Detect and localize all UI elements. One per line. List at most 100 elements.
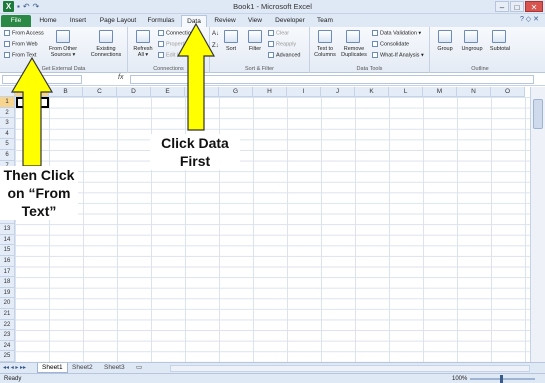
row-header-17[interactable]: 17 <box>0 266 15 278</box>
row-header-25[interactable]: 25 <box>0 351 15 362</box>
group-button[interactable]: Group <box>432 46 458 52</box>
column-header-b[interactable]: B <box>49 87 83 97</box>
sort-icon <box>224 30 238 43</box>
sheet-tab-bar: ◂◂ ◂ ▸ ▸▸ Sheet1 Sheet2 Sheet3 ▭ <box>0 362 545 373</box>
zoom-slider[interactable] <box>470 375 535 383</box>
arrow-to-data-tab <box>176 22 216 131</box>
tab-home[interactable]: Home <box>35 15 61 27</box>
tab-insert[interactable]: Insert <box>64 15 92 27</box>
arrow-to-from-text <box>10 56 54 167</box>
minimize-button[interactable]: – <box>495 1 509 12</box>
clear-label: Clear <box>276 30 290 37</box>
text-to-columns-button[interactable]: Text to Columns <box>310 46 340 58</box>
column-header-n[interactable]: N <box>457 87 491 97</box>
group-sort-filter: A↓ Z↓ Sort Filter Clear Reapply Advanced… <box>210 27 310 73</box>
reapply-label: Reapply <box>276 41 297 48</box>
from-other-sources-icon <box>56 30 70 43</box>
row-header-23[interactable]: 23 <box>0 330 15 341</box>
row-header-21[interactable]: 21 <box>0 309 15 320</box>
text-to-columns-icon <box>318 30 332 43</box>
existing-label-2: Connections <box>90 52 122 58</box>
annotation-click-data: Click Data First <box>150 134 240 170</box>
refresh-label-2: All ▾ <box>137 52 149 58</box>
reapply-icon <box>268 41 274 47</box>
ribbon-tabs: File Home Insert Page Layout Formulas Da… <box>0 14 545 27</box>
status-ready: Ready <box>4 376 22 382</box>
insert-function-icon[interactable]: fx <box>118 74 123 81</box>
group-data-tools: Text to Columns Remove Duplicates Data Val… <box>310 27 430 73</box>
data-validation-button[interactable]: Data Validation ▾ <box>372 30 421 36</box>
tab-view[interactable]: View <box>243 15 267 27</box>
row-header-24[interactable]: 24 <box>0 340 15 352</box>
tab-page-layout[interactable]: Page Layout <box>96 15 140 27</box>
consolidate-button[interactable]: Consolidate <box>372 41 409 47</box>
vertical-scrollbar[interactable] <box>530 87 545 362</box>
filter-button[interactable]: Filter <box>244 46 266 52</box>
tab-formulas[interactable]: Formulas <box>144 15 178 27</box>
cell-grid[interactable] <box>15 97 530 362</box>
status-bar: Ready 100% <box>0 373 545 383</box>
advanced-label: Advanced <box>276 52 301 59</box>
row-header-16[interactable]: 16 <box>0 256 15 267</box>
subtotal-button[interactable]: Subtotal <box>486 46 514 52</box>
tab-team[interactable]: Team <box>312 15 338 27</box>
tab-developer[interactable]: Developer <box>271 15 309 27</box>
column-header-i[interactable]: I <box>287 87 321 97</box>
sort-button[interactable]: Sort <box>220 46 242 52</box>
column-header-d[interactable]: D <box>117 87 151 97</box>
existing-connections-button[interactable]: Existing Connections <box>86 46 126 58</box>
remove-duplicates-button[interactable]: Remove Duplicates <box>338 46 370 58</box>
row-header-18[interactable]: 18 <box>0 277 15 288</box>
row-header-22[interactable]: 22 <box>0 319 15 331</box>
row-header-13[interactable]: 13 <box>0 224 15 235</box>
close-button[interactable]: ✕ <box>525 1 543 12</box>
scroll-thumb[interactable] <box>533 99 543 129</box>
validation-label: Data Validation ▾ <box>380 30 422 37</box>
column-header-l[interactable]: L <box>389 87 423 97</box>
from-access-button[interactable]: From Access <box>4 30 44 36</box>
column-header-j[interactable]: J <box>321 87 355 97</box>
clear-button[interactable]: Clear <box>268 30 289 36</box>
what-if-label: What-If Analysis ▾ <box>380 52 424 59</box>
zoom-slider-handle[interactable] <box>500 375 503 383</box>
validation-icon <box>372 30 378 36</box>
help-icon[interactable]: ? ◇ ✕ <box>520 15 539 23</box>
column-header-h[interactable]: H <box>253 87 287 97</box>
column-header-m[interactable]: M <box>423 87 457 97</box>
insert-sheet-icon[interactable]: ▭ <box>132 363 146 373</box>
horizontal-scrollbar[interactable] <box>170 365 530 372</box>
row-header-20[interactable]: 20 <box>0 298 15 309</box>
zoom-level: 100% <box>452 376 468 382</box>
column-header-k[interactable]: K <box>355 87 389 97</box>
what-if-analysis-button[interactable]: What-If Analysis ▾ <box>372 52 424 58</box>
sheet-nav-icon[interactable]: ◂◂ ◂ ▸ ▸▸ <box>3 364 26 371</box>
row-header-15[interactable]: 15 <box>0 245 15 256</box>
refresh-icon <box>136 30 150 43</box>
sheet-tab-3[interactable]: Sheet3 <box>100 363 129 373</box>
column-header-g[interactable]: G <box>219 87 253 97</box>
sheet-tab-1[interactable]: Sheet1 <box>37 363 68 373</box>
from-web-button[interactable]: From Web <box>4 41 38 47</box>
advanced-icon <box>268 52 274 58</box>
worksheet-grid[interactable]: ABCDEFGHIJKLMNO 123456789101112131415161… <box>0 87 530 362</box>
advanced-button[interactable]: Advanced <box>268 52 300 58</box>
tab-file[interactable]: File <box>1 15 31 27</box>
window-title: Book1 - Microsoft Excel <box>233 2 312 11</box>
column-header-c[interactable]: C <box>83 87 117 97</box>
reapply-button[interactable]: Reapply <box>268 41 296 47</box>
title-bar: X ▪ ↶ ↷ Book1 - Microsoft Excel – □ ✕ <box>0 0 545 14</box>
window-controls: – □ ✕ <box>495 1 543 12</box>
group-outline: Group Ungroup Subtotal Outline <box>430 27 530 73</box>
formula-bar: fx <box>0 74 545 86</box>
annotation-click-data-line-1: Click Data <box>161 135 229 151</box>
row-header-14[interactable]: 14 <box>0 234 15 246</box>
column-header-o[interactable]: O <box>491 87 525 97</box>
maximize-button[interactable]: □ <box>510 1 524 12</box>
refresh-all-button[interactable]: Refresh All ▾ <box>128 46 158 58</box>
sheet-tab-2[interactable]: Sheet2 <box>68 363 97 373</box>
ungroup-button[interactable]: Ungroup <box>458 46 486 52</box>
row-header-19[interactable]: 19 <box>0 287 15 299</box>
text-to-label-2: Columns <box>314 52 336 58</box>
subtotal-icon <box>492 30 506 43</box>
annotation-click-data-line-2: First <box>179 153 211 169</box>
